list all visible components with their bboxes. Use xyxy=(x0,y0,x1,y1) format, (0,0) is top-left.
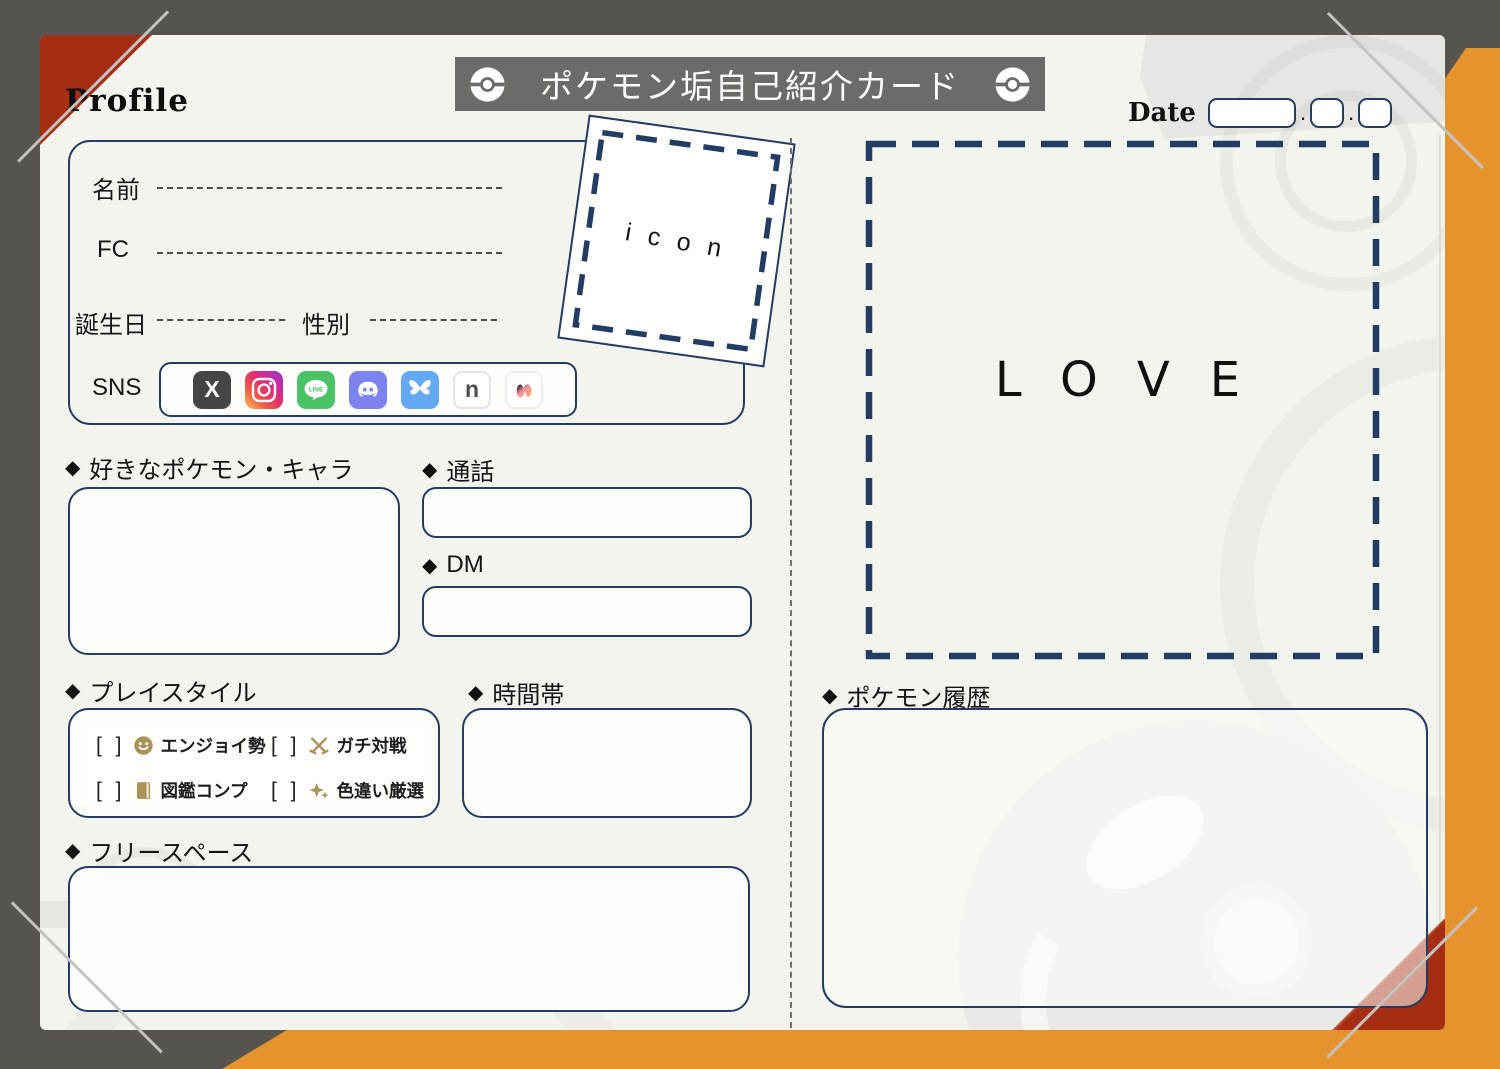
favorites-box[interactable] xyxy=(68,487,400,655)
checkbox-pokedex[interactable]: [ ] xyxy=(96,779,126,803)
page-title: Profile xyxy=(65,83,189,119)
time-label: 時間帯 xyxy=(492,675,564,710)
call-label: 通話 xyxy=(446,452,494,487)
diamond-icon: ◆ xyxy=(422,553,437,578)
playstyle-option-label: 色違い厳選 xyxy=(337,778,425,803)
dm-header: ◆ DM xyxy=(422,551,484,579)
playstyle-label: プレイスタイル xyxy=(89,673,256,708)
birthday-label: 誕生日 xyxy=(75,305,147,340)
playstyle-inner: [ ] エンジョイ勢 [ ] xyxy=(83,722,425,804)
history-box[interactable] xyxy=(822,708,1428,1008)
card: Profile ポケモン垢自己紹介カード Date . . 名前 xyxy=(40,35,1445,1030)
date-month-box[interactable] xyxy=(1310,98,1344,128)
smiley-icon xyxy=(133,735,154,756)
fc-input-line[interactable] xyxy=(157,252,502,254)
love-box[interactable]: LOVE xyxy=(865,140,1380,660)
playstyle-option: [ ] ガチ対戦 xyxy=(271,733,407,758)
column-divider xyxy=(790,138,792,1028)
free-space-box[interactable] xyxy=(68,866,750,1012)
playstyle-option: [ ] エンジョイ勢 xyxy=(96,733,266,758)
date-label: Date xyxy=(1128,98,1196,128)
book-icon xyxy=(133,780,154,801)
birthday-input-line[interactable] xyxy=(157,319,285,321)
diamond-icon: ◆ xyxy=(468,680,483,705)
playstyle-box: [ ] エンジョイ勢 [ ] xyxy=(68,708,440,818)
gender-input-line[interactable] xyxy=(370,319,497,321)
icon-upload-box[interactable]: icon xyxy=(557,115,795,368)
pokeball-icon xyxy=(469,66,506,103)
checkbox-battle[interactable]: [ ] xyxy=(271,734,301,758)
time-box[interactable] xyxy=(462,708,752,818)
date-row: Date . . xyxy=(1128,98,1392,128)
love-text: LOVE xyxy=(865,352,1380,408)
checkbox-enjoy[interactable]: [ ] xyxy=(96,734,126,758)
edge-line xyxy=(1439,135,1441,995)
time-header: ◆ 時間帯 xyxy=(468,675,564,710)
free-space-label: フリースペース xyxy=(89,833,253,868)
mixi-icon xyxy=(505,371,543,409)
playstyle-option-label: エンジョイ勢 xyxy=(161,733,266,758)
favorites-header: ◆ 好きなポケモン・キャラ xyxy=(65,450,353,485)
favorites-label: 好きなポケモン・キャラ xyxy=(89,450,353,485)
name-input-line[interactable] xyxy=(157,187,502,189)
dm-label: DM xyxy=(446,551,483,579)
date-separator: . xyxy=(1348,98,1354,128)
playstyle-option-label: ガチ対戦 xyxy=(337,733,407,758)
diamond-icon: ◆ xyxy=(822,683,837,708)
free-space-header: ◆ フリースペース xyxy=(65,833,253,868)
playstyle-option-label: 図鑑コンプ xyxy=(161,778,248,803)
line-icon: LINE xyxy=(297,371,335,409)
gender-label: 性別 xyxy=(302,305,350,340)
name-label: 名前 xyxy=(92,170,140,205)
discord-icon xyxy=(349,371,387,409)
pokeball-icon xyxy=(994,66,1031,103)
call-box[interactable] xyxy=(422,487,752,538)
sns-label: SNS xyxy=(92,374,141,402)
dm-box[interactable] xyxy=(422,586,752,637)
pokeball-watermark xyxy=(40,901,70,928)
instagram-icon xyxy=(245,371,283,409)
x-icon: X xyxy=(193,371,231,409)
playstyle-option: [ ] 図鑑コンプ xyxy=(96,778,248,803)
playstyle-header: ◆ プレイスタイル xyxy=(65,673,257,708)
fc-label: FC xyxy=(97,236,129,264)
svg-text:LINE: LINE xyxy=(309,386,324,393)
date-year-box[interactable] xyxy=(1208,98,1296,128)
diamond-icon: ◆ xyxy=(65,838,80,863)
sns-strip: X LINE xyxy=(159,362,577,417)
note-icon: n xyxy=(453,371,491,409)
title-banner: ポケモン垢自己紹介カード xyxy=(455,57,1045,111)
date-separator: . xyxy=(1300,98,1306,128)
date-day-box[interactable] xyxy=(1358,98,1392,128)
sparkles-icon xyxy=(308,780,330,802)
diamond-icon: ◆ xyxy=(422,457,437,482)
crossed-swords-icon xyxy=(308,735,330,757)
call-header: ◆ 通話 xyxy=(422,452,494,487)
diamond-icon: ◆ xyxy=(65,455,80,480)
playstyle-option: [ ] 色違い厳選 xyxy=(271,778,424,803)
bluesky-icon xyxy=(401,371,439,409)
pokemon-intro-card: Profile ポケモン垢自己紹介カード Date . . 名前 xyxy=(0,0,1500,1069)
banner-title: ポケモン垢自己紹介カード xyxy=(540,60,960,108)
diamond-icon: ◆ xyxy=(65,678,80,703)
checkbox-shiny[interactable]: [ ] xyxy=(271,779,301,803)
